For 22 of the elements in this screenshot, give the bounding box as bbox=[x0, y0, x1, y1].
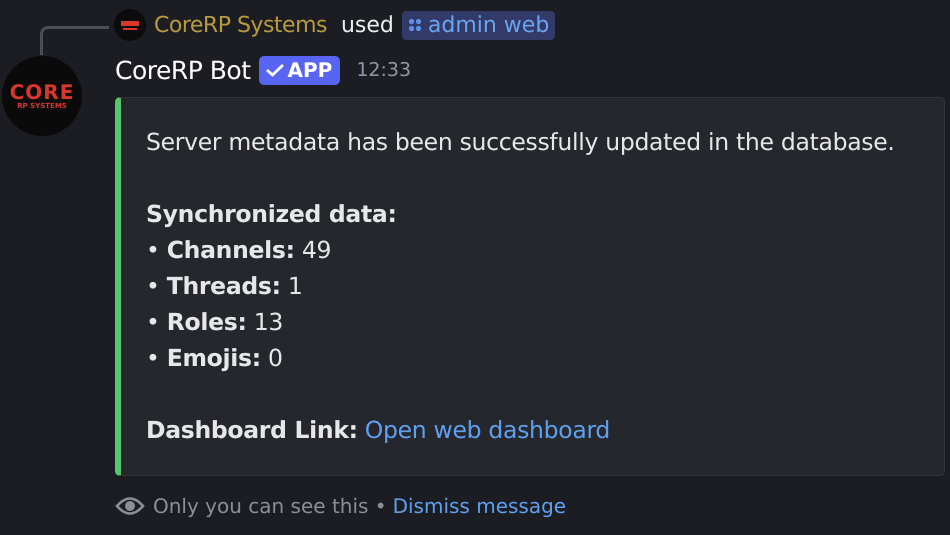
command-chip[interactable]: admin web bbox=[402, 10, 556, 40]
reply-username[interactable]: CoreRP Systems bbox=[154, 12, 327, 38]
eye-icon bbox=[115, 495, 145, 517]
visibility-note: Only you can see this • bbox=[153, 494, 387, 518]
embed-description: Server metadata has been successfully updated in the database. bbox=[146, 127, 896, 158]
reply-action: used bbox=[340, 12, 394, 38]
badge-label: APP bbox=[288, 58, 332, 82]
embed-heading: Synchronized data: bbox=[146, 199, 398, 230]
dashboard-link[interactable]: Open web dashboard bbox=[364, 412, 610, 448]
timestamp: 12:33 bbox=[356, 59, 412, 81]
dismiss-link[interactable]: Dismiss message bbox=[392, 494, 566, 518]
author-name[interactable]: CoreRP Bot bbox=[115, 56, 251, 84]
data-line: • Emojis: 0 bbox=[146, 343, 284, 374]
reply-connector bbox=[40, 26, 109, 55]
check-icon bbox=[264, 62, 285, 78]
link-label: Dashboard Link: bbox=[146, 415, 358, 446]
command-icon bbox=[408, 18, 422, 32]
logo-text: CORE bbox=[10, 82, 74, 102]
avatar-icon bbox=[114, 9, 146, 41]
data-line: • Roles: 13 bbox=[146, 307, 284, 338]
data-line: • Threads: 1 bbox=[146, 271, 304, 302]
data-line: • Channels: 49 bbox=[146, 235, 332, 266]
